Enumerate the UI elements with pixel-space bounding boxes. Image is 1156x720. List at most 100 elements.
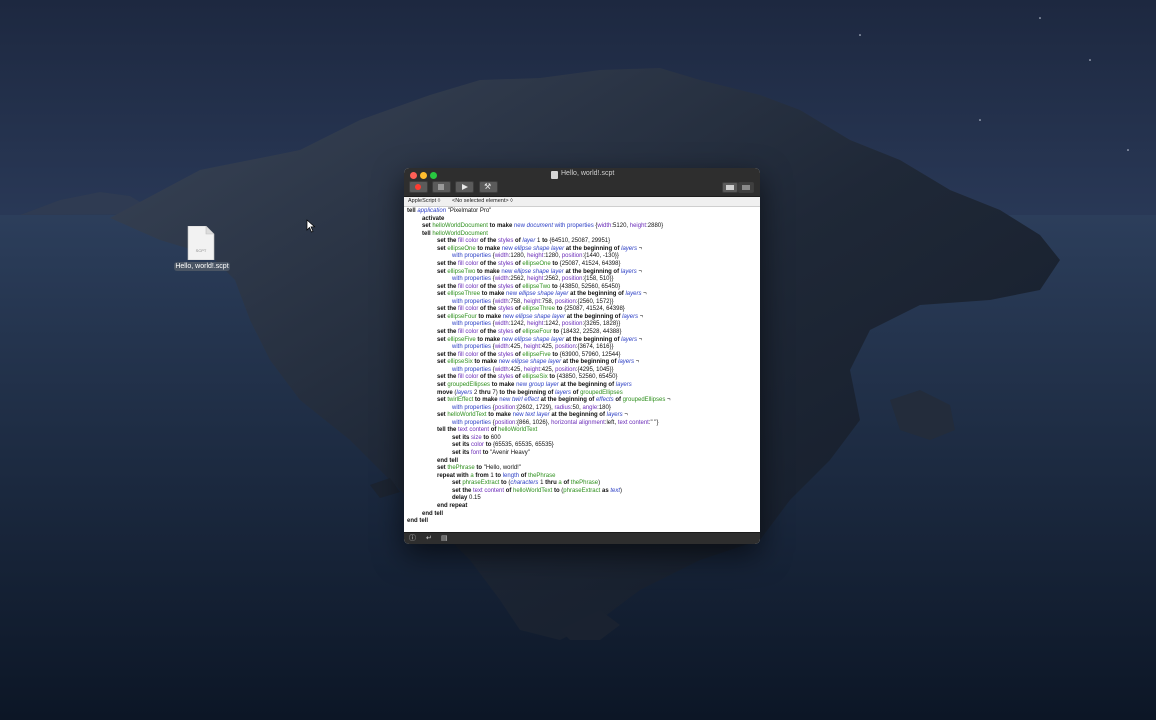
- code-token: height: [523, 344, 541, 351]
- code-token: layers: [615, 381, 632, 388]
- code-token: of: [504, 487, 514, 494]
- code-token: to: [473, 397, 483, 404]
- code-token: set the: [437, 374, 459, 381]
- code-line: end tell: [404, 458, 760, 466]
- description-info-icon[interactable]: ⓘ: [409, 535, 416, 543]
- code-token: to: [552, 487, 562, 494]
- code-token: ¬: [638, 268, 642, 275]
- code-line: set helloWorldText to make new text laye…: [404, 412, 760, 420]
- code-token: position: [555, 344, 576, 351]
- code-token: new: [512, 412, 526, 419]
- code-token: set the: [437, 260, 459, 267]
- code-token: set: [437, 465, 448, 472]
- code-token: move: [437, 389, 455, 396]
- code-token: set: [437, 412, 448, 419]
- code-token: make: [485, 313, 503, 320]
- code-token: set: [437, 268, 448, 275]
- events-log-icon[interactable]: ▤: [441, 535, 448, 543]
- code-token: ¬: [624, 412, 628, 419]
- code-token: {25087, 41524, 64398}: [564, 306, 625, 313]
- record-button[interactable]: [409, 181, 428, 193]
- code-token: width: [494, 253, 509, 260]
- code-token: ¬: [638, 336, 643, 343]
- code-token: of: [572, 389, 581, 396]
- result-return-icon[interactable]: ↵: [426, 535, 432, 543]
- code-token: set the: [452, 487, 474, 494]
- code-token: layers: [620, 268, 639, 275]
- close-window-button[interactable]: [410, 172, 417, 179]
- code-token: make: [484, 268, 502, 275]
- code-token: new: [501, 268, 515, 275]
- code-token: set its: [452, 450, 472, 456]
- code-token: set: [437, 359, 448, 366]
- code-token: to: [474, 465, 484, 472]
- code-token: helloWorldText: [513, 487, 553, 494]
- code-token: "Avenir Heavy": [490, 450, 530, 456]
- code-token: {43850, 52560, 65450}: [556, 374, 618, 381]
- code-token: to: [476, 313, 486, 320]
- code-token: with properties: [452, 366, 493, 373]
- element-selector-popup[interactable]: <No selected element> ◊: [452, 198, 513, 204]
- code-token: :2562,: [508, 276, 528, 283]
- code-token: to: [480, 291, 490, 298]
- code-token: 0.15: [469, 495, 481, 502]
- code-line: repeat with a from 1 to length of thePhr…: [404, 473, 760, 481]
- minimize-window-button[interactable]: [420, 172, 427, 179]
- code-token: helloWorldDocument: [432, 223, 488, 230]
- code-token: new: [499, 397, 512, 404]
- code-token: set: [437, 397, 448, 404]
- code-token: fill color: [458, 238, 479, 245]
- script-editor-text-area[interactable]: tell application "Pixelmator Pro" activat…: [404, 207, 760, 533]
- code-token: text layer: [525, 412, 552, 419]
- code-token: to: [475, 245, 485, 252]
- code-token: fill color: [458, 283, 479, 290]
- code-token: width: [494, 298, 509, 305]
- code-line: set the fill color of the styles of elli…: [404, 261, 760, 269]
- code-line: with properties {width:2562, height:2562…: [404, 276, 760, 284]
- code-token: repeat with: [437, 472, 471, 479]
- code-token: helloWorldText: [447, 412, 487, 419]
- code-token: helloWorldDocument: [432, 230, 488, 237]
- compile-button[interactable]: ⚒: [479, 181, 498, 193]
- code-token: ¬: [638, 245, 643, 252]
- stop-button[interactable]: [432, 181, 451, 193]
- show-library-button[interactable]: [738, 182, 754, 193]
- code-token: layers: [625, 291, 644, 298]
- code-token: new: [502, 313, 516, 320]
- code-token: fill color: [458, 351, 479, 358]
- show-log-view-button[interactable]: [722, 182, 738, 193]
- code-token: characters: [510, 480, 541, 487]
- code-token: twirl effect: [511, 397, 541, 404]
- code-token: make: [489, 291, 507, 298]
- language-popup[interactable]: AppleScript ◊: [408, 198, 440, 204]
- code-token: ellipseOne: [522, 260, 551, 267]
- code-token: twirlEffect: [447, 397, 474, 404]
- code-token: ellipse shape layer: [518, 291, 571, 298]
- code-token: :{158, 510}}: [582, 276, 614, 283]
- code-token: :758,: [508, 298, 524, 305]
- code-token: text content: [458, 427, 490, 434]
- code-line: set twirlEffect to make new twirl effect…: [404, 397, 760, 405]
- maximize-window-button[interactable]: [430, 172, 437, 179]
- code-token: to: [490, 381, 500, 388]
- code-token: of: [563, 480, 571, 487]
- code-token: :{1440, -130}}: [582, 253, 619, 260]
- code-token: make: [482, 397, 500, 404]
- play-icon: [462, 184, 468, 190]
- run-button[interactable]: [455, 181, 474, 193]
- code-token: activate: [422, 215, 445, 222]
- code-token: position: [561, 253, 583, 260]
- document-proxy-icon[interactable]: [551, 171, 558, 179]
- code-line: set the fill color of the styles of elli…: [404, 352, 760, 360]
- code-token: to: [555, 306, 565, 313]
- code-token: position: [494, 404, 516, 411]
- code-token: set the: [437, 283, 459, 290]
- code-line: set ellipseOne to make new ellipse shape…: [404, 246, 760, 254]
- code-token: with properties: [554, 223, 596, 230]
- code-line: move (layers 2 thru 7) to the beginning …: [404, 390, 760, 398]
- code-token: layers: [456, 389, 475, 396]
- code-token: phraseExtract: [462, 480, 500, 487]
- code-token: to: [475, 336, 485, 343]
- code-token: of: [520, 472, 529, 479]
- code-token: set: [437, 336, 448, 343]
